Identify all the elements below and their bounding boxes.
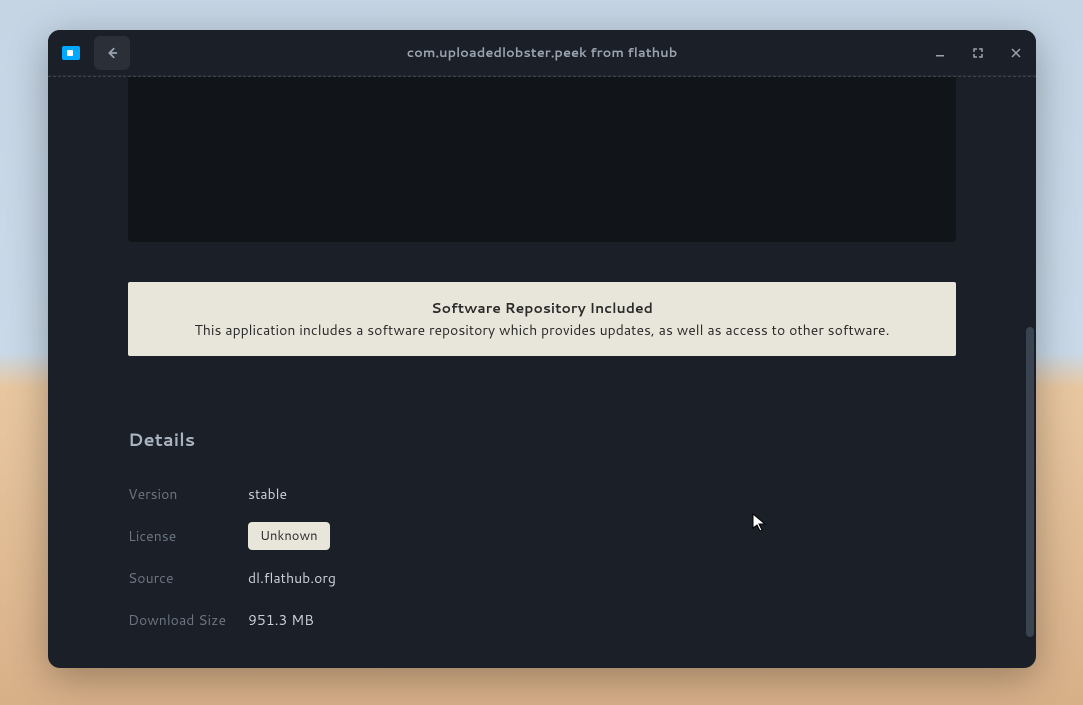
maximize-button[interactable] [966,41,990,65]
detail-label: Download Size [128,610,248,630]
repository-notice-banner: Software Repository Included This applic… [128,282,956,356]
minimize-icon [935,48,945,58]
detail-label: Version [128,484,248,504]
detail-row-license: License Unknown [128,522,956,550]
app-window: com.uploadedlobster.peek from flathub [48,30,1036,668]
detail-value: stable [248,484,287,504]
detail-row-download-size: Download Size 951.3 MB [128,606,956,634]
app-icon [62,46,80,60]
detail-label: License [128,526,248,546]
notice-title: Software Repository Included [148,298,936,318]
details-heading: Details [128,426,956,452]
back-button[interactable] [94,36,130,70]
titlebar: com.uploadedlobster.peek from flathub [48,30,1036,76]
window-title: com.uploadedlobster.peek from flathub [407,44,678,62]
detail-value: 951.3 MB [248,610,314,630]
arrow-left-icon [105,46,119,60]
details-section: Details Version stable License Unknown S… [128,426,956,634]
detail-label: Source [128,568,248,588]
window-controls [928,41,1028,65]
close-icon [1011,48,1021,58]
screenshot-placeholder [128,77,956,242]
license-badge[interactable]: Unknown [248,522,330,550]
detail-row-version: Version stable [128,480,956,508]
detail-value: dl.flathub.org [248,568,336,588]
content-area[interactable]: Software Repository Included This applic… [48,76,1036,668]
minimize-button[interactable] [928,41,952,65]
detail-row-source: Source dl.flathub.org [128,564,956,592]
notice-text: This application includes a software rep… [148,320,936,340]
maximize-icon [972,47,984,59]
scrollbar-thumb[interactable] [1026,327,1034,637]
close-button[interactable] [1004,41,1028,65]
